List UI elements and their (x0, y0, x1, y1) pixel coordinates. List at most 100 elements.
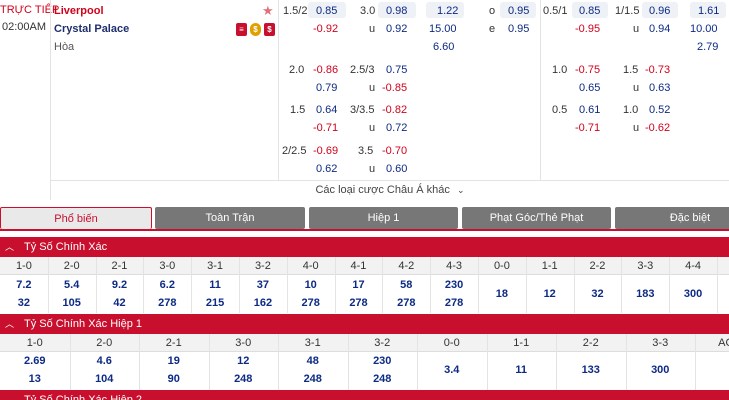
odds-cell[interactable]: 17 (335, 279, 383, 291)
ou-under-3[interactable]: 0.72 (386, 122, 407, 134)
tab-corners-cards[interactable]: Phạt Góc/Thẻ Phạt (462, 207, 611, 229)
h1-x12-home[interactable]: 1.61 (698, 5, 719, 17)
ou-over-3[interactable]: -0.82 (382, 104, 407, 116)
odds-cell[interactable]: 3.4 (417, 364, 487, 376)
odds-cell[interactable]: 278 (287, 297, 335, 309)
tab-full-match[interactable]: Toàn Trận (155, 207, 305, 229)
odds-cell[interactable]: 9.2 (96, 279, 144, 291)
stats-icon[interactable]: ≡ (236, 23, 247, 36)
odds-cell[interactable]: 32 (574, 288, 622, 300)
ou-under-1[interactable]: 0.92 (386, 23, 407, 35)
odds-cell[interactable]: 278 (430, 297, 478, 309)
odds-cell[interactable]: 18 (478, 288, 526, 300)
odds-cell[interactable]: 248 (348, 373, 418, 385)
column-divider (70, 334, 71, 390)
odds-cell[interactable]: 5.4 (48, 279, 96, 291)
h1-hdp-home-2[interactable]: -0.75 (575, 64, 600, 76)
correct-score-h1-header[interactable]: ︿ Tỷ Số Chính Xác Hiệp 1 (0, 314, 729, 334)
h1-ou-under-1[interactable]: 0.94 (649, 23, 670, 35)
x12-draw[interactable]: 6.60 (433, 41, 454, 53)
odds-cell[interactable]: 2.69 (0, 355, 70, 367)
odds-cell[interactable]: 104 (70, 373, 140, 385)
ou-line-1: 3.0 (360, 5, 376, 17)
odds-cell[interactable]: 105 (48, 297, 96, 309)
h1-ou-under-3[interactable]: -0.62 (645, 122, 670, 134)
odds-cell[interactable]: 133 (556, 364, 626, 376)
hdp-home-1[interactable]: 0.85 (316, 5, 337, 17)
odds-cell[interactable]: 11 (487, 364, 557, 376)
h1-hdp-away-3[interactable]: -0.71 (575, 122, 600, 134)
odds-cell[interactable]: 58 (382, 279, 430, 291)
odds-cell[interactable]: 248 (209, 373, 279, 385)
section-title: Tỷ Số Chính Xác Hiệp 2 (24, 394, 143, 400)
correct-score-h2-header[interactable]: ︿ Tỷ Số Chính Xác Hiệp 2 (0, 390, 729, 400)
odds-cell[interactable]: 13 (0, 373, 70, 385)
odds-cell[interactable]: 11 (191, 279, 239, 291)
h1-ou-over-2[interactable]: -0.73 (645, 64, 670, 76)
h1-x12-away[interactable]: 10.00 (690, 23, 718, 35)
h1-hdp-away-1[interactable]: -0.95 (575, 23, 600, 35)
h1-ou-under-2[interactable]: 0.63 (649, 82, 670, 94)
hdp-home-4[interactable]: -0.69 (313, 145, 338, 157)
score-label: 2-1 (111, 260, 128, 272)
h1-ou-line-3: 1.0 (623, 104, 639, 116)
odds-cell[interactable]: 248 (278, 373, 348, 385)
odds-cell[interactable]: 230 (348, 355, 418, 367)
ou-under-2[interactable]: -0.85 (382, 82, 407, 94)
odds-cell[interactable]: 300 (669, 288, 717, 300)
hdp-home-3[interactable]: 0.64 (316, 104, 337, 116)
odds-cell[interactable]: 12 (526, 288, 574, 300)
column-divider (239, 257, 240, 313)
column-divider (487, 334, 488, 390)
odds-cell[interactable]: 10 (287, 279, 335, 291)
hdp-away-3[interactable]: -0.71 (313, 122, 338, 134)
odds-cell[interactable]: 6.2 (143, 279, 191, 291)
oe-odd[interactable]: 0.95 (508, 5, 529, 17)
odds-cell[interactable]: 32 (0, 297, 48, 309)
h1-hdp-away-2[interactable]: 0.65 (579, 82, 600, 94)
hdp-away-4[interactable]: 0.62 (316, 163, 337, 175)
odds-cell[interactable]: 162 (239, 297, 287, 309)
odds-cell[interactable]: 19 (139, 355, 209, 367)
h1-ou-line-2: 1.5 (623, 64, 639, 76)
h1-hdp-home-3[interactable]: 0.61 (579, 104, 600, 116)
home-team[interactable]: Liverpool (54, 5, 104, 17)
odds-cell[interactable]: 42 (96, 297, 144, 309)
tab-popular[interactable]: Phổ biến (0, 207, 152, 229)
away-team[interactable]: Crystal Palace (54, 23, 129, 35)
coin-icon[interactable]: $ (250, 23, 261, 36)
odds-cell[interactable]: 183 (621, 288, 669, 300)
odds-cell[interactable]: 230 (430, 279, 478, 291)
tab-first-half[interactable]: Hiệp 1 (309, 207, 458, 229)
tab-special[interactable]: Đặc biệt (615, 207, 729, 229)
odds-cell[interactable]: 7.2 (0, 279, 48, 291)
odds-cell[interactable]: 37 (239, 279, 287, 291)
h1-ou-over-1[interactable]: 0.96 (649, 5, 670, 17)
ou-over-1[interactable]: 0.98 (386, 5, 407, 17)
hdp-away-1[interactable]: -0.92 (313, 23, 338, 35)
odds-cell[interactable]: 4.6 (70, 355, 140, 367)
more-asian-bets-link[interactable]: Các loại cược Châu Á khác ⌄ (0, 184, 729, 196)
h1-ou-over-3[interactable]: 0.52 (649, 104, 670, 116)
ou-over-2[interactable]: 0.75 (386, 64, 407, 76)
odds-cell[interactable]: 300 (626, 364, 696, 376)
h1-x12-draw[interactable]: 2.79 (697, 41, 718, 53)
odds-cell[interactable]: 278 (335, 297, 383, 309)
star-icon[interactable]: ★ (262, 3, 274, 19)
money-icon[interactable]: $ (264, 23, 275, 36)
odds-cell[interactable]: 12 (209, 355, 279, 367)
odds-cell[interactable]: 48 (278, 355, 348, 367)
ou-over-4[interactable]: -0.70 (382, 145, 407, 157)
oe-even[interactable]: 0.95 (508, 23, 529, 35)
hdp-away-2[interactable]: 0.79 (316, 82, 337, 94)
h1-hdp-home-1[interactable]: 0.85 (579, 5, 600, 17)
odds-cell[interactable]: 278 (143, 297, 191, 309)
x12-home[interactable]: 1.22 (437, 5, 458, 17)
odds-cell[interactable]: 90 (139, 373, 209, 385)
odds-cell[interactable]: 215 (191, 297, 239, 309)
odds-cell[interactable]: 278 (382, 297, 430, 309)
ou-under-4[interactable]: 0.60 (386, 163, 407, 175)
correct-score-header[interactable]: ︿ Tỷ Số Chính Xác (0, 237, 729, 257)
x12-away[interactable]: 15.00 (429, 23, 457, 35)
hdp-home-2[interactable]: -0.86 (313, 64, 338, 76)
